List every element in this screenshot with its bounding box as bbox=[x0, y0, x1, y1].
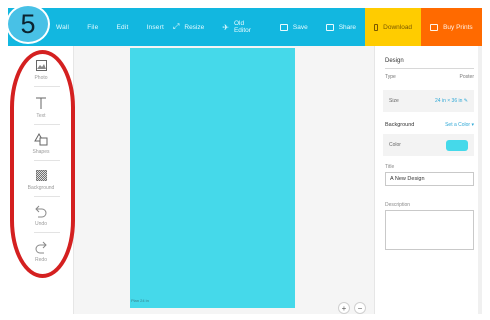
divider bbox=[34, 196, 60, 197]
divider bbox=[34, 86, 60, 87]
save-label: Save bbox=[292, 23, 308, 31]
type-value[interactable]: Poster bbox=[460, 74, 474, 80]
share-icon bbox=[325, 23, 334, 31]
design-properties-panel: Design Type Poster Size 24 in × 36 in ✎ … bbox=[374, 46, 482, 314]
size-row[interactable]: Size 24 in × 36 in ✎ bbox=[383, 90, 474, 112]
shapes-icon bbox=[34, 132, 48, 146]
divider bbox=[385, 68, 474, 69]
background-icon bbox=[34, 168, 48, 182]
title-input[interactable]: A New Design bbox=[385, 172, 474, 186]
download-icon bbox=[374, 23, 379, 31]
canvas-size-label: Plan 24 in bbox=[131, 298, 149, 303]
tool-photo-label: Photo bbox=[34, 75, 48, 81]
description-label: Description bbox=[385, 202, 411, 208]
menu-insert[interactable]: Insert bbox=[147, 24, 164, 31]
background-row: Background Set a Color ▾ bbox=[385, 122, 474, 128]
tool-redo-label: Redo bbox=[35, 257, 47, 263]
description-textarea[interactable] bbox=[385, 210, 474, 250]
buy-prints-button[interactable]: Buy Prints bbox=[421, 8, 482, 46]
tool-redo[interactable]: Redo bbox=[8, 240, 74, 263]
resize-label: Resize bbox=[184, 23, 205, 31]
divider bbox=[34, 160, 60, 161]
plane-icon: ✈ bbox=[222, 22, 229, 32]
tool-text[interactable]: Text bbox=[8, 96, 74, 119]
chevron-down-icon: ▾ bbox=[471, 122, 474, 128]
panel-title: Design bbox=[385, 58, 404, 64]
old-editor-label: Old Editor bbox=[233, 20, 251, 34]
download-label: Download bbox=[383, 23, 413, 31]
old-editor-button[interactable]: ✈ Old Editor bbox=[213, 8, 271, 46]
share-label: Share bbox=[338, 23, 357, 31]
scrollbar[interactable] bbox=[478, 46, 482, 314]
download-button[interactable]: Download bbox=[365, 8, 422, 46]
zoom-in-button[interactable]: + bbox=[338, 302, 350, 314]
menu-edit[interactable]: Edit bbox=[116, 24, 128, 31]
tool-undo[interactable]: Undo bbox=[8, 204, 74, 227]
background-label: Background bbox=[385, 122, 415, 128]
canvas-workspace: Plan 24 in + − bbox=[74, 46, 374, 314]
share-button[interactable]: Share bbox=[317, 8, 365, 46]
design-canvas[interactable] bbox=[130, 48, 295, 308]
menu-wall[interactable]: Wall bbox=[56, 24, 69, 31]
tool-shapes[interactable]: Shapes bbox=[8, 132, 74, 155]
color-row: Color bbox=[383, 134, 474, 156]
tool-undo-label: Undo bbox=[35, 221, 47, 227]
set-color-link[interactable]: Set a Color ▾ bbox=[445, 122, 474, 128]
redo-icon bbox=[34, 240, 48, 254]
tool-sidebar: Photo Text Shapes Background Undo Redo bbox=[8, 46, 74, 314]
save-button[interactable]: Save bbox=[271, 8, 317, 46]
photo-icon bbox=[34, 58, 48, 72]
zoom-out-button[interactable]: − bbox=[354, 302, 366, 314]
resize-button[interactable]: ⤢ Resize bbox=[164, 8, 213, 46]
menu-file[interactable]: File bbox=[87, 24, 98, 31]
step-number-badge: 5 bbox=[6, 4, 50, 44]
undo-icon bbox=[34, 204, 48, 218]
type-row: Type Poster bbox=[385, 74, 474, 80]
resize-icon: ⤢ bbox=[172, 22, 180, 31]
pencil-icon: ✎ bbox=[463, 98, 468, 104]
tool-background-label: Background bbox=[27, 185, 55, 191]
top-toolbar: Wall File Edit Insert ⤢ Resize ✈ Old Edi… bbox=[8, 8, 482, 46]
size-label: Size bbox=[389, 98, 399, 104]
size-value: 24 in × 36 in ✎ bbox=[435, 98, 468, 104]
tool-text-label: Text bbox=[36, 113, 46, 119]
buy-prints-label: Buy Prints bbox=[443, 23, 473, 31]
tool-background[interactable]: Background bbox=[8, 168, 74, 191]
type-label: Type bbox=[385, 74, 396, 80]
title-label: Title bbox=[385, 164, 395, 170]
save-icon bbox=[279, 23, 288, 31]
color-swatch[interactable] bbox=[446, 139, 468, 151]
cart-icon bbox=[430, 23, 439, 31]
color-label: Color bbox=[389, 142, 401, 148]
text-icon bbox=[34, 96, 48, 110]
divider bbox=[34, 232, 60, 233]
divider bbox=[34, 124, 60, 125]
tool-shapes-label: Shapes bbox=[32, 149, 50, 155]
tool-photo[interactable]: Photo bbox=[8, 58, 74, 81]
